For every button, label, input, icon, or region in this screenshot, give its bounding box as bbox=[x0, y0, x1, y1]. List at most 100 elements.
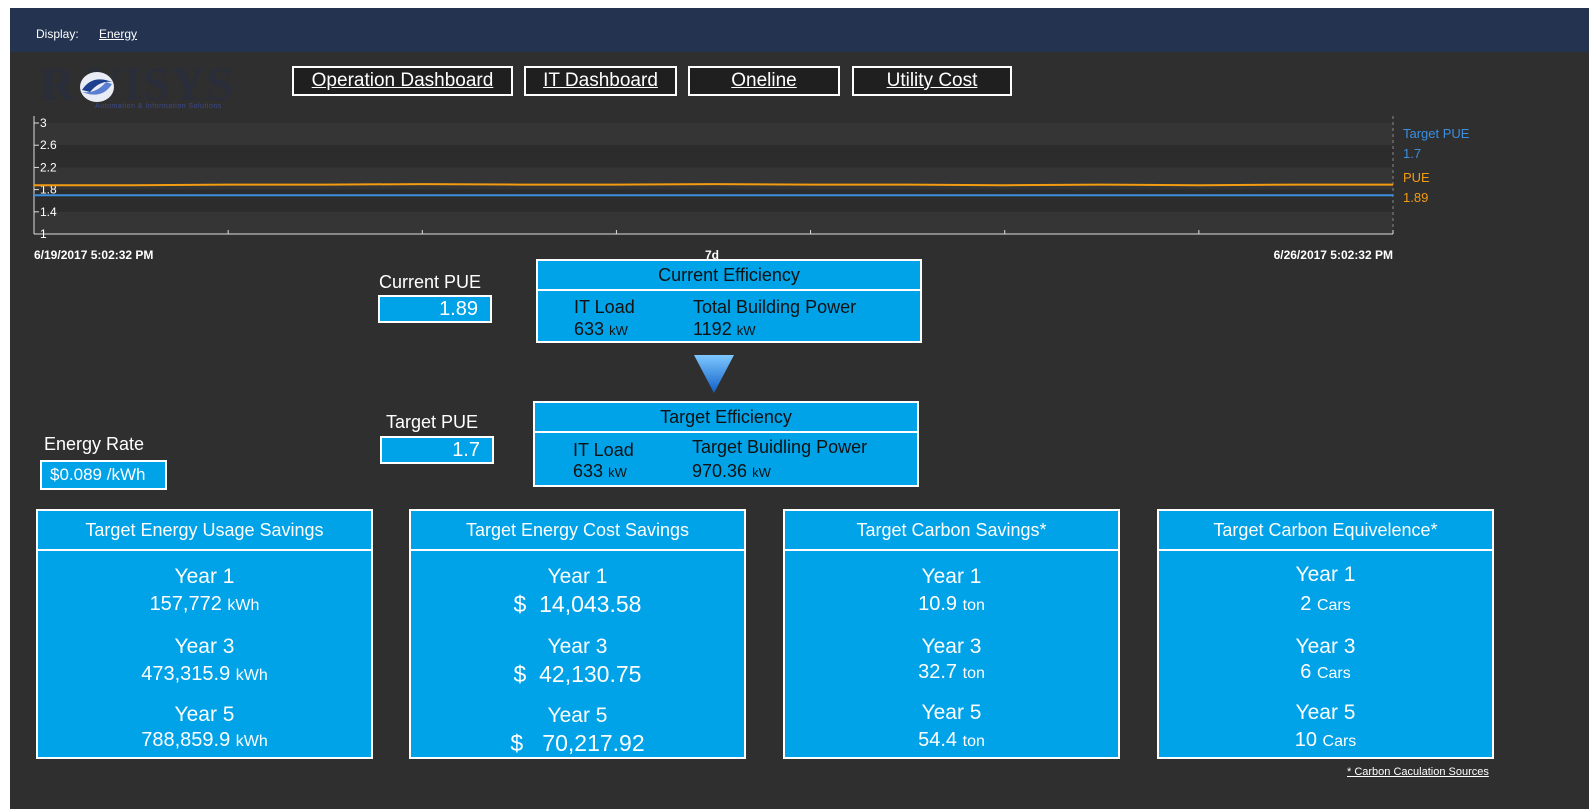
legend-target-pue-value: 1.7 bbox=[1403, 146, 1421, 161]
savings-year-label: Year 3 bbox=[547, 635, 608, 658]
savings-amount: 32.7 bbox=[918, 661, 958, 683]
savings-value: 32.7 ton bbox=[785, 661, 1118, 684]
savings-unit: Cars bbox=[1316, 665, 1351, 682]
current-power-reading: 1192 kW bbox=[693, 319, 756, 340]
operation-dashboard-button[interactable]: Operation Dashboard bbox=[292, 66, 513, 96]
savings-year-label: Year 3 bbox=[174, 635, 235, 658]
savings-value: 157,772 kWh bbox=[38, 593, 371, 616]
current-pue-label: Current PUE bbox=[379, 272, 482, 292]
y-tick-label: 2.2 bbox=[40, 160, 57, 174]
current-it-load-unit: kW bbox=[609, 323, 628, 338]
energy-rate-label: Energy Rate bbox=[44, 434, 145, 454]
target-it-load-value: 633 bbox=[573, 461, 604, 481]
x-start-label: 6/19/2017 5:02:32 PM bbox=[34, 248, 153, 262]
savings-unit: ton bbox=[962, 597, 985, 614]
savings-amount: 788,859.9 bbox=[141, 729, 231, 751]
current-efficiency-panel: Current Efficiency IT Load 633 kW Total … bbox=[536, 259, 922, 343]
savings-value: 54.4 ton bbox=[785, 729, 1118, 752]
y-tick-label: 3 bbox=[40, 116, 47, 130]
y-tick-label: 2.6 bbox=[40, 138, 57, 152]
savings-value: 10.9 ton bbox=[785, 593, 1118, 616]
target-it-load-unit: kW bbox=[608, 465, 627, 480]
savings-year-label: Year 1 bbox=[1295, 563, 1356, 586]
savings-value: 2 Cars bbox=[1159, 593, 1492, 616]
chart-band bbox=[34, 145, 1393, 168]
dashboard-frame: Display: Energy R VISYS Automation & Inf… bbox=[10, 8, 1589, 809]
savings-unit: Cars bbox=[1316, 597, 1351, 614]
savings-value: 10 Cars bbox=[1159, 729, 1492, 752]
current-efficiency-title: Current Efficiency bbox=[538, 261, 920, 291]
savings-unit: Cars bbox=[1322, 733, 1357, 750]
savings-year-label: Year 3 bbox=[921, 635, 982, 658]
energy-cost-savings-title: Target Energy Cost Savings bbox=[411, 511, 744, 551]
savings-value: $ 70,217.92 bbox=[510, 730, 645, 756]
savings-amount: 6 bbox=[1300, 661, 1312, 683]
savings-value: 788,859.9 kWh bbox=[38, 729, 371, 752]
savings-unit: kWh bbox=[235, 733, 268, 750]
energy-rate-value[interactable]: $0.089 /kWh bbox=[40, 460, 167, 490]
current-pue-value: 1.89 bbox=[378, 295, 492, 323]
target-power-label: Target Buidling Power bbox=[692, 437, 868, 457]
savings-unit: ton bbox=[962, 665, 985, 682]
savings-year-label: Year 5 bbox=[174, 703, 235, 726]
logo-tagline: Automation & Information Solutions bbox=[95, 103, 222, 110]
chart-band bbox=[34, 189, 1393, 212]
pue-trend-chart[interactable]: 32.62.21.81.41 6/19/2017 5:02:32 PM 7d 6… bbox=[10, 113, 1589, 263]
savings-year-label: Year 5 bbox=[1295, 701, 1356, 724]
target-power-unit: kW bbox=[752, 465, 771, 480]
current-power-unit: kW bbox=[736, 323, 756, 338]
series-line-pue bbox=[34, 183, 1393, 187]
savings-value: $ 42,130.75 bbox=[513, 661, 642, 687]
rovisys-logo: R VISYS Automation & Information Solutio… bbox=[40, 60, 280, 111]
target-it-load-reading: 633 kW bbox=[573, 461, 627, 482]
carbon-savings-title: Target Carbon Savings* bbox=[785, 511, 1118, 551]
legend-pue-name: PUE bbox=[1403, 170, 1430, 185]
target-power-reading: 970.36 kW bbox=[692, 461, 771, 482]
display-bar: Display: Energy bbox=[10, 8, 1589, 52]
current-it-load-value: 633 bbox=[574, 319, 605, 339]
carbon-equivalence-panel: Target Carbon Equivelence* Year 1 2 Cars… bbox=[1157, 509, 1494, 759]
savings-year-label: Year 5 bbox=[547, 704, 608, 727]
utility-cost-button[interactable]: Utility Cost bbox=[852, 66, 1012, 96]
logo-swirl-icon bbox=[80, 72, 114, 102]
savings-amount: 2 bbox=[1300, 593, 1312, 615]
target-power-value: 970.36 bbox=[692, 461, 748, 481]
energy-cost-savings-panel: Target Energy Cost Savings Year 1 $ 14,0… bbox=[409, 509, 746, 759]
savings-amount: 10.9 bbox=[918, 593, 958, 615]
target-pue-value: 1.7 bbox=[380, 436, 494, 464]
carbon-equivalence-title: Target Carbon Equivelence* bbox=[1159, 511, 1492, 551]
target-efficiency-panel: Target Efficiency IT Load 633 kW Target … bbox=[533, 401, 919, 487]
savings-amount: 157,772 bbox=[149, 593, 222, 615]
savings-amount: 10 bbox=[1294, 729, 1317, 751]
savings-year-label: Year 1 bbox=[921, 565, 982, 588]
current-power-value: 1192 bbox=[693, 319, 732, 339]
legend-pue-value: 1.89 bbox=[1403, 190, 1428, 205]
savings-unit: ton bbox=[962, 733, 985, 750]
carbon-calculation-sources-link[interactable]: * Carbon Caculation Sources bbox=[1347, 766, 1489, 778]
savings-amount: 473,315.9 bbox=[141, 663, 231, 685]
energy-usage-savings-title: Target Energy Usage Savings bbox=[38, 511, 371, 551]
savings-amount: 54.4 bbox=[918, 729, 958, 751]
current-it-load-reading: 633 kW bbox=[574, 319, 628, 340]
savings-year-label: Year 1 bbox=[174, 565, 235, 588]
legend-target-pue-name: Target PUE bbox=[1403, 126, 1470, 141]
y-tick-label: 1 bbox=[40, 227, 47, 241]
savings-value: 6 Cars bbox=[1159, 661, 1492, 684]
target-pue-label: Target PUE bbox=[386, 412, 479, 432]
current-it-load-label: IT Load bbox=[574, 297, 635, 317]
target-it-load-label: IT Load bbox=[573, 440, 634, 460]
it-dashboard-button[interactable]: IT Dashboard bbox=[524, 66, 677, 96]
oneline-button[interactable]: Oneline bbox=[688, 66, 840, 96]
chart-band bbox=[34, 211, 1393, 234]
current-power-label: Total Building Power bbox=[693, 297, 857, 317]
carbon-savings-panel: Target Carbon Savings* Year 1 10.9 ton Y… bbox=[783, 509, 1120, 759]
savings-year-label: Year 5 bbox=[921, 701, 982, 724]
savings-unit: kWh bbox=[227, 597, 260, 614]
savings-value: $ 14,043.58 bbox=[513, 591, 642, 617]
display-selector-link[interactable]: Energy bbox=[99, 27, 137, 41]
chart-band bbox=[34, 167, 1393, 190]
savings-year-label: Year 3 bbox=[1295, 635, 1356, 658]
chart-bands bbox=[34, 123, 1393, 234]
energy-usage-savings-panel: Target Energy Usage Savings Year 1 157,7… bbox=[36, 509, 373, 759]
savings-unit: kWh bbox=[235, 667, 268, 684]
